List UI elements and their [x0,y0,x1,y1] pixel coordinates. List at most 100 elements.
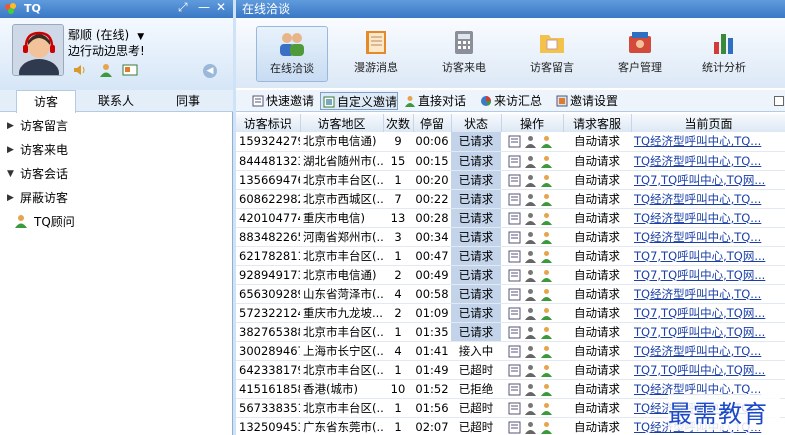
invite-person-icon[interactable] [540,421,553,434]
quick-invite-button[interactable]: 快速邀请 [250,92,314,110]
close-icon[interactable]: ✕ [216,0,226,14]
toolbar-online-chat[interactable]: 在线洽谈 [256,26,328,82]
cell-current-page[interactable]: TQ经济型呼叫中心,TQ... [631,341,785,361]
toolbar-customer-management[interactable]: 客户管理 [604,26,676,82]
column-header-region[interactable]: 访客地区 [300,114,384,132]
chat-record-icon[interactable] [508,155,521,168]
cell-current-page[interactable]: TQ经济型呼叫中心,TQ... [631,227,785,247]
user-status[interactable]: 鄢顺 (在线) ▼ [68,26,144,43]
table-row[interactable]: 135669476...北京市丰台区(...100:20已请求 自动请求TQ7,T… [236,170,785,190]
collapse-profile-button[interactable]: ◀ [203,64,217,78]
invite-person-icon[interactable] [540,231,553,244]
cell-current-page[interactable]: TQ7,TQ呼叫中心,TQ网... [631,322,785,342]
chat-record-icon[interactable] [508,193,521,206]
table-row[interactable]: 928949173...北京市电信通)200:49已请求 自动请求TQ7,TQ呼叫… [236,265,785,285]
invite-person-icon[interactable] [540,212,553,225]
visitor-info-icon[interactable] [524,402,537,415]
invite-person-icon[interactable] [540,364,553,377]
restore-window-icon[interactable]: ⤢ [178,0,188,15]
card-icon[interactable] [122,62,138,78]
invite-person-icon[interactable] [540,135,553,149]
chat-record-icon[interactable] [508,402,521,415]
invite-person-icon[interactable] [540,288,553,301]
invite-person-icon[interactable] [540,250,553,263]
visitor-info-icon[interactable] [524,174,537,187]
expand-arrow-icon[interactable]: ▶ [7,138,14,162]
table-row[interactable]: 844481323...湖北省随州市(...1500:15已请求 自动请求TQ经济… [236,151,785,171]
column-header-current-page[interactable]: 当前页面 [631,114,785,132]
column-header-status[interactable]: 状态 [451,114,502,132]
table-row[interactable]: 608622982...北京市西城区(...700:22已请求 自动请求TQ经济型… [236,189,785,209]
tree-item-visitor-messages[interactable]: ▶ 访客留言 [0,114,233,138]
table-row[interactable]: 420104774...重庆市电信)1300:28已请求 自动请求TQ经济型呼叫中… [236,208,785,228]
invite-person-icon[interactable] [540,193,553,206]
invite-person-icon[interactable] [540,174,553,187]
visitor-info-icon[interactable] [524,250,537,263]
column-header-visitor-id[interactable]: 访客标识 [236,114,301,132]
chat-record-icon[interactable] [508,174,521,187]
table-row[interactable]: 159324279...北京市电信通)900:06已请求 自动请求TQ经济型呼叫中… [236,132,785,152]
cell-current-page[interactable]: TQ7,TQ呼叫中心,TQ网... [631,303,785,323]
visitor-info-icon[interactable] [524,326,537,339]
chat-record-icon[interactable] [508,345,521,358]
table-row[interactable]: 382765388...北京市丰台区(...101:35已请求 自动请求TQ7,T… [236,322,785,342]
visitor-info-icon[interactable] [524,383,537,396]
table-row[interactable]: 656309289...山东省菏泽市(...400:58已请求 自动请求TQ经济型… [236,284,785,304]
visitor-info-icon[interactable] [524,135,537,149]
column-header-actions[interactable]: 操作 [501,114,564,132]
expand-arrow-icon[interactable]: ▶ [7,114,14,138]
visitor-info-icon[interactable] [524,307,537,320]
contacts-icon[interactable] [98,62,114,78]
minimize-icon[interactable]: — [198,0,210,14]
tree-item-tq-advisor[interactable]: TQ顾问 [0,210,233,234]
cell-current-page[interactable]: TQ经济型呼叫中心,TQ... [631,132,785,152]
table-row[interactable]: 883482265...河南省郑州市(...300:34已请求 自动请求TQ经济型… [236,227,785,247]
cell-current-page[interactable]: TQ7,TQ呼叫中心,TQ网... [631,170,785,190]
visitor-info-icon[interactable] [524,231,537,244]
invite-person-icon[interactable] [540,326,553,339]
toolbar-statistics[interactable]: 统计分析 [688,26,760,82]
tree-item-visitor-calls[interactable]: ▶ 访客来电 [0,138,233,162]
visitor-info-icon[interactable] [524,155,537,168]
chat-record-icon[interactable] [508,212,521,225]
cell-current-page[interactable]: TQ7,TQ呼叫中心,TQ网... [631,265,785,285]
table-row[interactable]: 621782811...北京市丰台区(...100:47已请求 自动请求TQ7,T… [236,246,785,266]
visitor-info-icon[interactable] [524,364,537,377]
toolbar-visitor-messages[interactable]: 访客留言 [516,26,588,82]
cell-current-page[interactable]: TQ经济型呼叫中心,TQ... [631,284,785,304]
invite-person-icon[interactable] [540,307,553,320]
column-header-count[interactable]: 次数 [383,114,414,132]
invite-person-icon[interactable] [540,155,553,168]
invite-person-icon[interactable] [540,269,553,282]
options-checkbox[interactable] [774,96,784,106]
chat-record-icon[interactable] [508,307,521,320]
toolbar-roaming-messages[interactable]: 漫游消息 [340,26,412,82]
visit-summary-button[interactable]: 来访汇总 [478,92,542,110]
chat-record-icon[interactable] [508,364,521,377]
expand-arrow-icon[interactable]: ▶ [7,186,14,210]
toolbar-visitor-calls[interactable]: 访客来电 [428,26,500,82]
tab-visitors[interactable]: 访客 [16,90,76,113]
invite-person-icon[interactable] [540,383,553,396]
visitor-info-icon[interactable] [524,421,537,434]
chat-record-icon[interactable] [508,421,521,434]
cell-current-page[interactable]: TQ经济型呼叫中心,TQ... [631,151,785,171]
custom-invite-button[interactable]: 自定义邀请 [320,92,399,110]
tab-contacts[interactable]: 联系人 [86,90,146,112]
cell-current-page[interactable]: TQ7,TQ呼叫中心,TQ网... [631,246,785,266]
chat-record-icon[interactable] [508,383,521,396]
speaker-icon[interactable] [72,62,88,78]
tree-item-blocked-visitors[interactable]: ▶ 屏蔽访客 [0,186,233,210]
table-row[interactable]: 642338179...北京市丰台区(...101:49已超时 自动请求TQ7,T… [236,360,785,380]
chat-record-icon[interactable] [508,288,521,301]
tree-item-visitor-sessions[interactable]: ▼ 访客会话 [0,162,233,186]
column-header-agent[interactable]: 请求客服 [563,114,632,132]
chat-record-icon[interactable] [508,269,521,282]
chat-record-icon[interactable] [508,250,521,263]
invite-settings-button[interactable]: 邀请设置 [554,92,618,110]
visitor-info-icon[interactable] [524,212,537,225]
avatar[interactable] [12,24,64,76]
table-row[interactable]: 572322124...重庆市九龙坡...201:09已请求 自动请求TQ7,TQ… [236,303,785,323]
cell-current-page[interactable]: TQ7,TQ呼叫中心,TQ网... [631,360,785,380]
visitor-info-icon[interactable] [524,345,537,358]
